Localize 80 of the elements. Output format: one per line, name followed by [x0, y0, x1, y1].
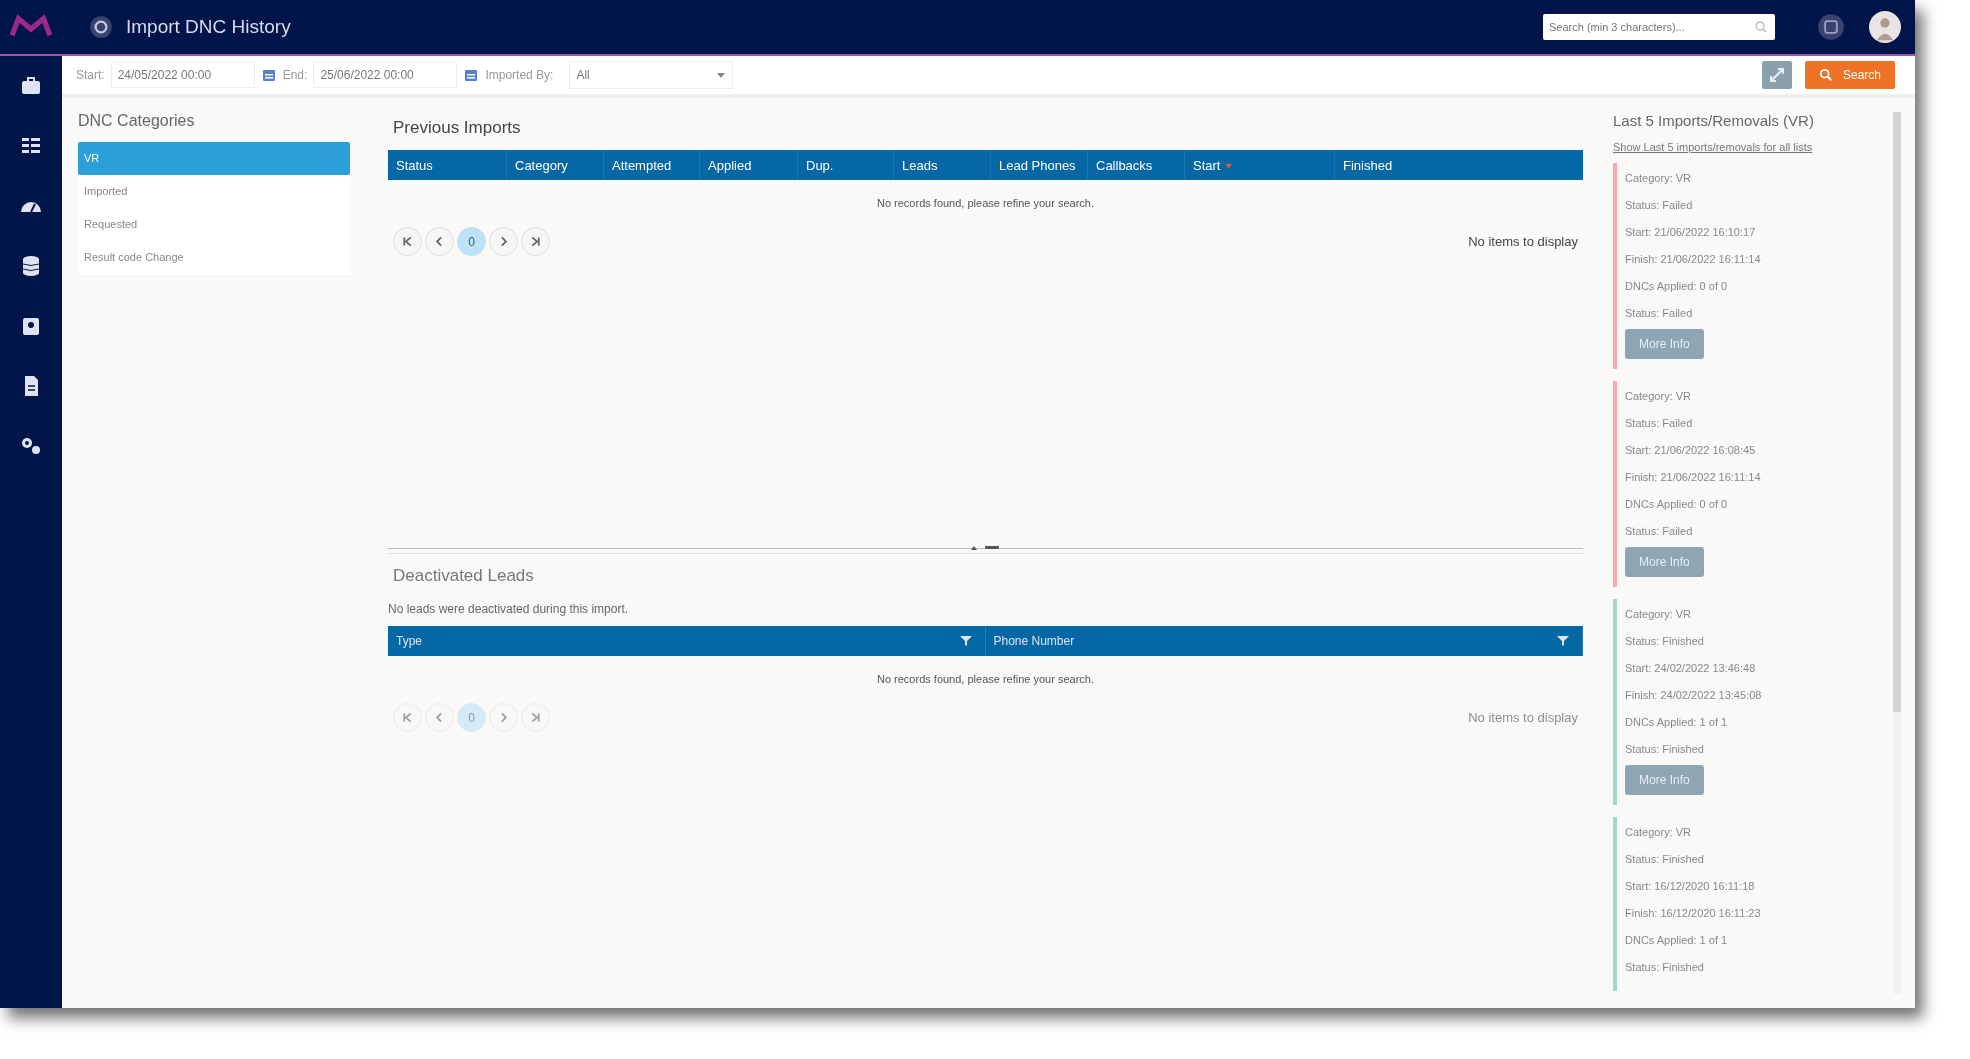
card-text: Start: 21/06/2022 16:10:17: [1625, 225, 1757, 240]
empty-message: No records found, please refine your search.: [875, 673, 1096, 685]
caret-icon: [716, 70, 727, 80]
card-text: Category: VR: [1625, 825, 1693, 840]
column-header[interactable]: Status: [388, 150, 506, 180]
imported-by-dropdown[interactable]: All: [569, 61, 734, 89]
card-text: Finish: 21/06/2022 16:11:14: [1625, 252, 1762, 267]
card-text: Finish: 24/02/2022 13:45:08: [1625, 688, 1763, 703]
first-page-icon: [401, 235, 414, 248]
card-text: DNCs Applied: 1 of 1: [1625, 715, 1729, 730]
category-item[interactable]: Imported: [78, 175, 350, 208]
filter-icon: [1556, 633, 1572, 649]
expand-button[interactable]: [1760, 61, 1793, 89]
page-title: Import DNC History: [126, 16, 291, 38]
card-text: Category: VR: [1625, 171, 1693, 186]
card-text: Start: 16/12/2020 16:11:18: [1625, 879, 1756, 894]
card-text: Status: Finished: [1625, 960, 1705, 975]
column-header[interactable]: Category: [506, 150, 603, 180]
card-text: Status: Failed: [1625, 198, 1694, 213]
date-field[interactable]: 25/06/2022 00:00: [313, 62, 458, 88]
calendar-icon[interactable]: [463, 67, 480, 83]
help-icon[interactable]: [1817, 13, 1845, 41]
search-field[interactable]: Search (min 3 characters)...: [1543, 14, 1775, 40]
card-text: Finish: 16/12/2020 16:11:23: [1625, 906, 1762, 921]
card-text: Status: Failed: [1625, 524, 1694, 539]
column-header[interactable]: Phone Number: [985, 626, 1583, 656]
link[interactable]: Show Last 5 imports/removals for all lists: [1613, 141, 1889, 153]
field-label: Start:: [76, 68, 105, 82]
category-item[interactable]: Requested: [78, 208, 350, 241]
field-label: Imported By:: [485, 68, 554, 82]
first-page-icon: [401, 711, 414, 724]
section-title: Deactivated Leads: [393, 566, 535, 586]
card-text: DNCs Applied: 0 of 0: [1625, 497, 1729, 512]
panel-title: DNC Categories: [78, 112, 196, 130]
card-text: Status: Finished: [1625, 634, 1705, 649]
category-item[interactable]: Result code Change: [78, 241, 350, 274]
history-icon: [88, 14, 114, 40]
column-header[interactable]: Finished: [1334, 150, 1583, 180]
search-icon: [1818, 68, 1833, 82]
search-button[interactable]: Search: [1804, 61, 1895, 89]
page-number[interactable]: 0: [457, 227, 486, 256]
card-text: Category: VR: [1625, 389, 1693, 404]
card-text: Start: 24/02/2022 13:46:48: [1625, 661, 1757, 676]
card-text: Status: Finished: [1625, 742, 1705, 757]
card-text: DNCs Applied: 0 of 0: [1625, 279, 1729, 294]
column-header[interactable]: Callbacks: [1087, 150, 1184, 180]
section-title: Previous Imports: [393, 118, 522, 138]
panel-title: Last 5 Imports/Removals (VR): [1613, 112, 1815, 129]
filter-icon: [958, 633, 975, 649]
calendar-icon[interactable]: [260, 67, 277, 83]
first-page-button[interactable]: [393, 227, 422, 256]
card-text: Status: Failed: [1625, 416, 1694, 431]
category-item[interactable]: VR: [78, 142, 350, 175]
column-header[interactable]: Type: [388, 626, 986, 656]
column-header[interactable]: Applied: [699, 150, 797, 180]
scrollbar[interactable]: [1893, 112, 1901, 994]
field-label: End:: [282, 68, 308, 82]
date-field[interactable]: 24/05/2022 00:00: [110, 62, 255, 88]
page-number[interactable]: 0: [457, 703, 486, 732]
search-icon: [1754, 20, 1768, 34]
column-header[interactable]: Leads: [893, 150, 990, 180]
column-header[interactable]: Start: [1184, 150, 1334, 180]
last-page-button[interactable]: [521, 227, 550, 256]
column-header[interactable]: Dup.: [797, 150, 893, 180]
column-header[interactable]: Lead Phones: [990, 150, 1087, 180]
last-page-icon: [529, 711, 542, 724]
card-text: Start: 21/06/2022 16:08:45: [1625, 443, 1757, 458]
pager-summary: No items to display: [1468, 234, 1578, 249]
column-header[interactable]: Attempted: [603, 150, 699, 180]
pager-summary: No items to display: [1468, 710, 1578, 725]
card-text: Status: Failed: [1625, 306, 1694, 321]
card-text: DNCs Applied: 1 of 1: [1625, 933, 1729, 948]
collapse-icon[interactable]: [970, 544, 1001, 552]
card-text: Category: VR: [1625, 607, 1693, 622]
last-page-icon: [529, 235, 542, 248]
card-text: Status: Finished: [1625, 852, 1705, 867]
card-text: Finish: 21/06/2022 16:11:14: [1625, 470, 1762, 485]
empty-message: No records found, please refine your search.: [875, 197, 1096, 209]
avatar-icon[interactable]: [1869, 11, 1901, 43]
info-text: No leads were deactivated during this import.: [388, 602, 630, 616]
